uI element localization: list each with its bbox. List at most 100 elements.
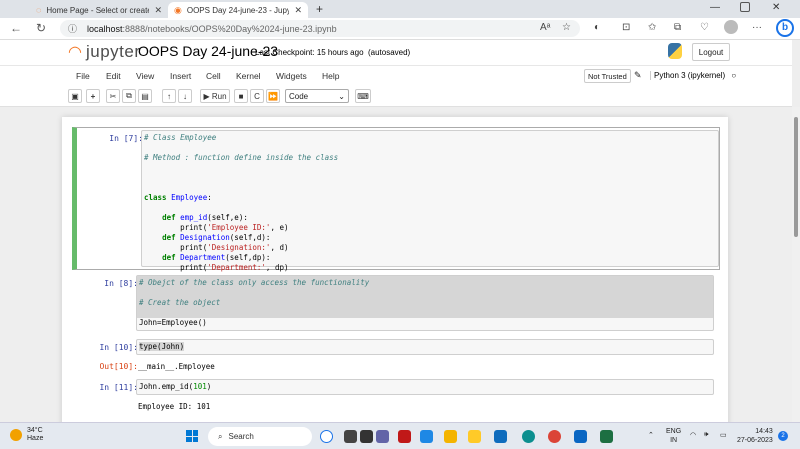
cell-output: __main__.Employee	[138, 362, 215, 371]
more-options-icon[interactable]: ···	[752, 22, 762, 33]
menu-kernel[interactable]: Kernel	[236, 71, 261, 81]
code-text: John=Employee()	[139, 318, 207, 327]
code-cell[interactable]: In [10]: type(John) Out[10]: __main__.Em…	[72, 339, 720, 377]
scrollbar-thumb[interactable]	[794, 117, 798, 237]
paste-icon[interactable]: ▤	[138, 89, 152, 103]
menu-insert[interactable]: Insert	[170, 71, 191, 81]
code-text: )	[206, 382, 212, 391]
region-code: IN	[670, 437, 678, 444]
folder-icon[interactable]	[468, 430, 481, 443]
address-bar: ← ↻ ⓘ localhost:8888/notebooks/OOPS%20Da…	[0, 18, 800, 40]
code-block: # Obejct of the class only access the fu…	[137, 276, 713, 328]
menu-help[interactable]: Help	[322, 71, 339, 81]
bing-copilot-icon[interactable]: b	[776, 19, 794, 37]
jupyter-logo[interactable]: ◠ jupyter	[68, 42, 141, 62]
teams-chat-icon[interactable]	[376, 430, 389, 443]
jupyter-header: ◠ jupyter OOPS Day 24-june-23 Last Check…	[0, 40, 792, 65]
code-cell[interactable]: In [7]: # Class Employee # Method : func…	[72, 127, 720, 272]
run-label: Run	[211, 91, 227, 101]
new-tab-button[interactable]: +	[316, 2, 323, 16]
menu-widgets[interactable]: Widgets	[276, 71, 307, 81]
app-icon[interactable]	[420, 430, 433, 443]
search-icon: ⌕	[218, 431, 223, 441]
weather-widget[interactable]: 34°C Haze	[10, 427, 43, 443]
notification-badge[interactable]: 2	[778, 431, 788, 441]
close-window-icon[interactable]: ✕	[772, 2, 780, 13]
battery-icon[interactable]: ▭	[720, 431, 727, 439]
python-logo-icon	[668, 43, 682, 59]
profile-avatar[interactable]	[724, 20, 738, 34]
cell-input[interactable]: # Class Employee # Method : function def…	[141, 130, 719, 272]
menu-view[interactable]: View	[136, 71, 154, 81]
system-clock[interactable]: 14:43 27-06-2023	[737, 427, 773, 445]
close-tab-icon[interactable]: ✕	[154, 5, 162, 16]
url-input[interactable]: ⓘ localhost:8888/notebooks/OOPS%20Day%20…	[60, 20, 580, 37]
language-indicator[interactable]: ENG IN	[666, 427, 681, 445]
minimize-icon[interactable]: —	[710, 2, 720, 13]
taskbar-search[interactable]: ⌕ Search	[208, 427, 312, 446]
task-view-icon[interactable]	[344, 430, 357, 443]
keyboard-shortcuts-icon[interactable]: ⌨	[355, 89, 371, 103]
jupyter-favicon-icon: ◌	[36, 5, 42, 15]
code-cell[interactable]: In [8]: # Obejct of the class only acces…	[72, 275, 720, 333]
favorite-icon[interactable]: ☆	[562, 22, 571, 33]
code-text: (self,d):	[229, 233, 271, 242]
tab-title: OOPS Day 24-june-23 - Jupyter N	[186, 5, 290, 15]
app-icon[interactable]	[574, 430, 587, 443]
browser-tab-notebook[interactable]: ◉ OOPS Day 24-june-23 - Jupyter N ✕	[168, 2, 308, 18]
excel-icon[interactable]	[600, 430, 613, 443]
cell-input[interactable]: John.emp_id(101)	[136, 379, 714, 395]
move-up-icon[interactable]: ↑	[162, 89, 176, 103]
read-aloud-icon[interactable]: Aᵃ	[540, 22, 550, 33]
restart-kernel-icon[interactable]: C	[250, 89, 264, 103]
copy-icon[interactable]: ⧉	[122, 89, 136, 103]
menu-file[interactable]: File	[76, 71, 90, 81]
cell-input[interactable]: # Obejct of the class only access the fu…	[136, 275, 714, 331]
jupyter-favicon-icon: ◉	[174, 4, 182, 15]
save-icon[interactable]: ▣	[68, 89, 82, 103]
close-tab-icon[interactable]: ✕	[294, 5, 302, 16]
back-icon[interactable]: ←	[10, 21, 22, 35]
code-cell[interactable]: In [11]: John.emp_id(101) Employee ID: 1…	[72, 379, 720, 419]
refresh-icon[interactable]: ↻	[36, 21, 46, 35]
file-explorer-icon[interactable]	[360, 430, 373, 443]
mcafee-icon[interactable]	[398, 430, 411, 443]
cell-input[interactable]: type(John)	[136, 339, 714, 355]
store-icon[interactable]	[494, 430, 507, 443]
maximize-icon[interactable]	[740, 2, 750, 15]
restart-run-all-icon[interactable]: ⏩	[266, 89, 280, 103]
chrome-icon[interactable]	[548, 430, 561, 443]
split-screen-icon[interactable]: ⊡	[622, 22, 630, 33]
collections-icon[interactable]: ⧉	[674, 22, 681, 33]
performance-icon[interactable]: ♡	[700, 22, 709, 33]
chevron-up-icon[interactable]: ⌃	[648, 431, 654, 439]
run-button[interactable]: ▶ Run	[200, 89, 230, 103]
clock-time: 14:43	[755, 428, 773, 435]
menu-cell[interactable]: Cell	[206, 71, 221, 81]
bing-search-icon[interactable]	[320, 430, 333, 443]
edit-pencil-icon[interactable]: ✎	[634, 70, 642, 81]
insert-cell-icon[interactable]: +	[86, 89, 100, 103]
cell-type-select[interactable]: Code ⌄	[285, 89, 349, 103]
logout-button[interactable]: Logout	[692, 43, 730, 61]
menu-edit[interactable]: Edit	[106, 71, 121, 81]
favorites-bar-icon[interactable]: ✩	[648, 22, 656, 33]
extension-icon[interactable]: ◐	[594, 22, 600, 33]
code-function-name: emp_id	[180, 213, 208, 222]
cut-icon[interactable]: ✂	[106, 89, 120, 103]
code-keyword: def	[162, 253, 176, 262]
code-text: :	[207, 193, 212, 202]
windows-start-icon[interactable]	[186, 430, 198, 442]
vertical-scrollbar[interactable]	[792, 107, 800, 422]
cell-output: Employee ID: 101	[138, 402, 211, 411]
trusted-status-button[interactable]: Not Trusted	[584, 69, 631, 83]
code-block: type(John)	[137, 340, 713, 354]
wifi-icon[interactable]: ◠	[690, 431, 696, 439]
interrupt-kernel-icon[interactable]: ■	[234, 89, 248, 103]
edge-browser-icon[interactable]	[522, 430, 535, 443]
browser-tab-home[interactable]: ◌ Home Page - Select or create a n ✕	[30, 2, 168, 18]
temperature: 34°C	[27, 427, 43, 434]
move-down-icon[interactable]: ↓	[178, 89, 192, 103]
volume-icon[interactable]: 🕪	[704, 431, 708, 439]
app-icon[interactable]	[444, 430, 457, 443]
